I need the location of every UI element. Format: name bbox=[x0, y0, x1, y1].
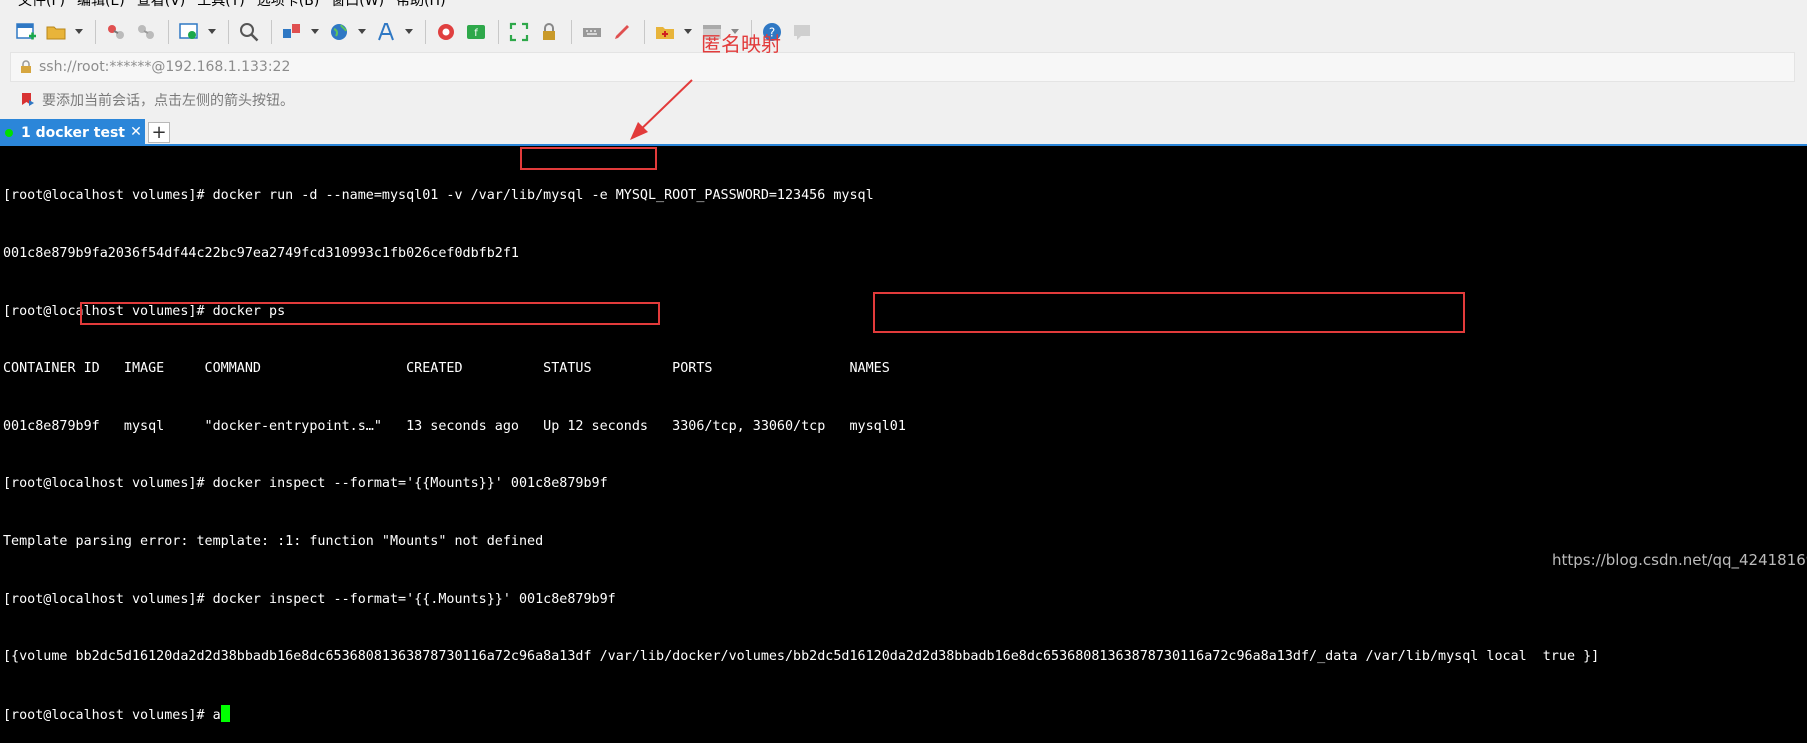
prompt-text: [root@localhost volumes]# a bbox=[3, 707, 221, 723]
tab-docker-test[interactable]: 1 docker test ✕ bbox=[0, 119, 145, 146]
menu-bar: 文件(F) 编辑(E) 查看(V) 工具(T) 选项卡(B) 窗口(W) 帮助(… bbox=[0, 0, 1807, 8]
watermark: https://blog.csdn.net/qq_42418169 bbox=[1552, 551, 1807, 569]
terminal-line: CONTAINER ID IMAGE COMMAND CREATED STATU… bbox=[3, 361, 890, 377]
chevron-down-icon[interactable] bbox=[310, 20, 319, 44]
session-hint-text: 要添加当前会话，点击左侧的箭头按钮。 bbox=[42, 93, 294, 109]
menu-edit[interactable]: 编辑(E) bbox=[77, 0, 125, 8]
tab-label: 1 docker test bbox=[21, 124, 125, 141]
connect-icon[interactable] bbox=[104, 20, 128, 44]
chevron-down-icon[interactable] bbox=[683, 20, 692, 44]
fullscreen-icon[interactable] bbox=[507, 20, 531, 44]
annotation-arrow-icon bbox=[630, 79, 693, 140]
xshell-logo-icon[interactable] bbox=[434, 20, 458, 44]
new-tab-button[interactable]: + bbox=[148, 122, 170, 143]
lock-icon[interactable] bbox=[537, 20, 561, 44]
terminal-prompt-line: [root@localhost volumes]# a bbox=[3, 704, 1803, 724]
chat-icon[interactable] bbox=[790, 20, 814, 44]
chevron-down-icon[interactable] bbox=[404, 20, 413, 44]
terminal-line: [root@localhost volumes]# docker run -d … bbox=[3, 188, 874, 204]
disconnect-icon[interactable] bbox=[134, 20, 158, 44]
menu-help[interactable]: 帮助(H) bbox=[396, 0, 445, 8]
terminal-output[interactable]: [root@localhost volumes]# docker run -d … bbox=[3, 148, 1803, 722]
menu-tools[interactable]: 工具(T) bbox=[197, 0, 244, 8]
toolbar-divider bbox=[425, 20, 426, 44]
globe-icon[interactable] bbox=[327, 20, 351, 44]
tab-underline bbox=[0, 144, 1807, 146]
toolbar-divider bbox=[95, 20, 96, 44]
address-input[interactable]: ssh://root:******@192.168.1.133:22 bbox=[39, 59, 290, 75]
window-chrome: 文件(F) 编辑(E) 查看(V) 工具(T) 选项卡(B) 窗口(W) 帮助(… bbox=[0, 0, 1807, 146]
lock-icon bbox=[21, 60, 31, 73]
font-icon[interactable] bbox=[374, 20, 398, 44]
add-folder-icon[interactable] bbox=[653, 20, 677, 44]
address-bar[interactable]: ssh://root:******@192.168.1.133:22 bbox=[10, 52, 1795, 82]
menu-view[interactable]: 查看(V) bbox=[137, 0, 186, 8]
chevron-down-icon[interactable] bbox=[207, 20, 216, 44]
chevron-down-icon[interactable] bbox=[74, 20, 83, 44]
highlight-box-volume-path bbox=[520, 147, 657, 170]
toolbar-divider bbox=[498, 20, 499, 44]
new-session-icon[interactable] bbox=[14, 20, 38, 44]
properties-icon[interactable] bbox=[177, 20, 201, 44]
toolbar-divider bbox=[271, 20, 272, 44]
open-folder-icon[interactable] bbox=[44, 20, 68, 44]
menu-tabs[interactable]: 选项卡(B) bbox=[257, 0, 320, 8]
connection-status-dot bbox=[5, 128, 13, 137]
toolbar: f ? bbox=[0, 14, 1807, 50]
terminal-line: [{volume bb2dc5d16120da2d2d38bbadb16e8dc… bbox=[3, 649, 1600, 665]
terminal-line: 001c8e879b9fa2036f54df44c22bc97ea2749fcd… bbox=[3, 246, 519, 261]
menu-window[interactable]: 窗口(W) bbox=[331, 0, 384, 8]
bookmark-arrow-icon[interactable] bbox=[20, 92, 36, 108]
highlight-box-volume-dir bbox=[873, 292, 1465, 333]
terminal-cursor bbox=[220, 704, 230, 722]
keyboard-icon[interactable] bbox=[580, 20, 604, 44]
xftp-icon[interactable]: f bbox=[464, 20, 488, 44]
close-icon[interactable]: ✕ bbox=[128, 122, 144, 142]
toolbar-divider bbox=[571, 20, 572, 44]
highlight-box-volume-name bbox=[80, 302, 660, 325]
terminal-line: [root@localhost volumes]# docker inspect… bbox=[3, 476, 608, 492]
annotation-label: 匿名映射 bbox=[701, 32, 781, 56]
tab-bar: 1 docker test ✕ + bbox=[0, 119, 1807, 146]
menu-file[interactable]: 文件(F) bbox=[18, 0, 65, 8]
toolbar-divider bbox=[168, 20, 169, 44]
search-icon[interactable] bbox=[237, 20, 261, 44]
terminal-line: Template parsing error: template: :1: fu… bbox=[3, 533, 544, 549]
terminal-line: 001c8e879b9f mysql "docker-entrypoint.s…… bbox=[3, 418, 906, 434]
chevron-down-icon[interactable] bbox=[357, 20, 366, 44]
session-hint-bar: 要添加当前会话，点击左侧的箭头按钮。 bbox=[0, 86, 1807, 114]
svg-text:f: f bbox=[474, 28, 478, 39]
toolbar-divider bbox=[228, 20, 229, 44]
highlight-pen-icon[interactable] bbox=[610, 20, 634, 44]
terminal-line: [root@localhost volumes]# docker inspect… bbox=[3, 591, 616, 607]
transfer-icon[interactable] bbox=[280, 20, 304, 44]
toolbar-divider bbox=[644, 20, 645, 44]
